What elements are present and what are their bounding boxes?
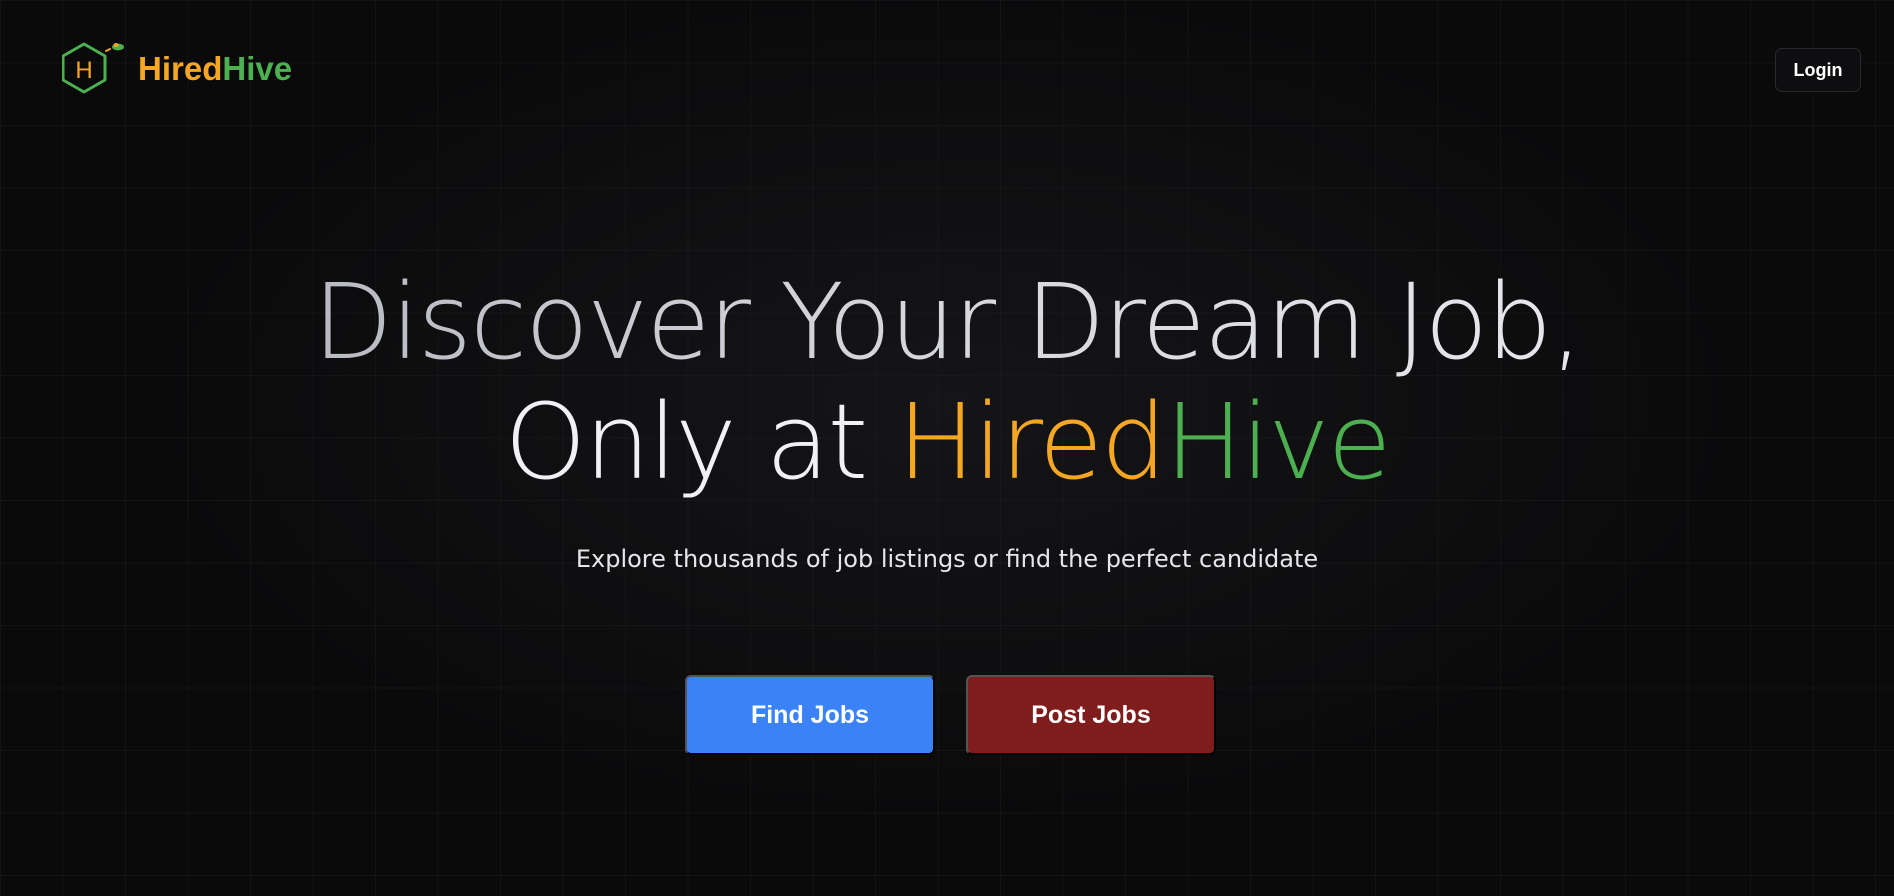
headline-line2: Only at HiredHive	[0, 382, 1894, 502]
headline-highlight-hired: Hired	[897, 381, 1167, 503]
headline-prefix: Only at	[504, 381, 898, 503]
svg-text:H: H	[75, 57, 92, 84]
headline-line1: Discover Your Dream Job,	[0, 262, 1894, 382]
brand-name: HiredHive	[138, 52, 292, 85]
hero-subtitle: Explore thousands of job listings or fin…	[575, 545, 1319, 573]
brand-logo[interactable]: H HiredHive	[62, 40, 292, 96]
hero-section: Discover Your Dream Job, Only at HiredHi…	[0, 262, 1894, 502]
find-jobs-button[interactable]: Find Jobs	[685, 675, 935, 755]
hexagon-bee-icon: H	[62, 42, 124, 94]
login-button[interactable]: Login	[1775, 48, 1861, 92]
brand-name-part2: Hive	[222, 49, 293, 87]
headline-highlight-hive: Hive	[1164, 381, 1392, 503]
brand-name-part1: Hired	[138, 49, 223, 87]
hero-headline: Discover Your Dream Job, Only at HiredHi…	[0, 262, 1894, 502]
site-header: H HiredHive Login	[0, 0, 1894, 140]
post-jobs-button[interactable]: Post Jobs	[966, 675, 1216, 755]
